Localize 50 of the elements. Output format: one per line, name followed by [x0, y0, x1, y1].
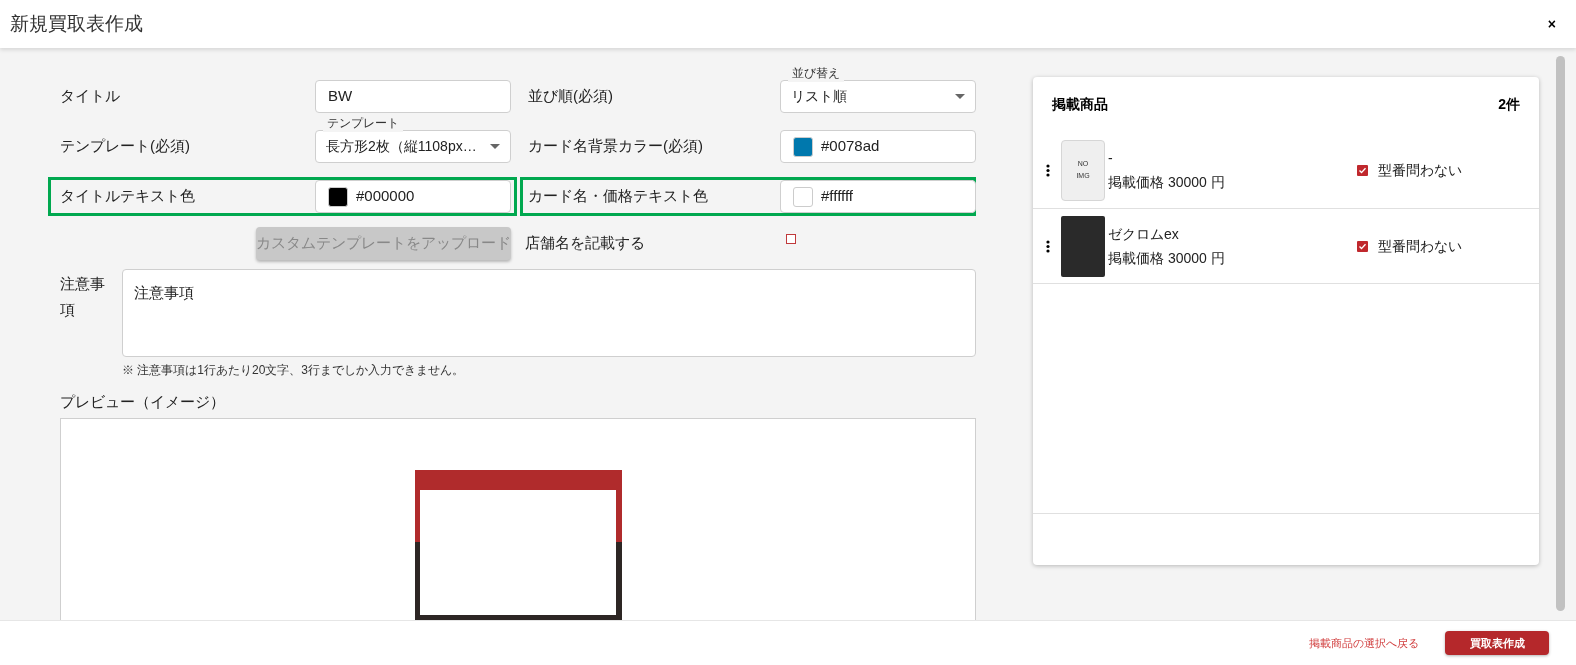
floating-label: テンプレート: [323, 115, 403, 132]
card-photo-placeholder: [1061, 215, 1105, 277]
color-field[interactable]: #ffffff: [780, 180, 976, 213]
color-field[interactable]: #0078ad: [780, 130, 976, 163]
color-value: #ffffff: [821, 186, 853, 207]
color-swatch[interactable]: [328, 186, 348, 207]
checkbox-label: 店舗名を記載する: [525, 233, 646, 254]
notes-hint: ※ 注意事項は1行あたり20文字、3行までしか入力できません。: [122, 362, 465, 379]
scrollbar[interactable]: [1556, 56, 1565, 611]
checkbox-label: 型番問わない: [1378, 160, 1462, 180]
notes-label: 注意事項: [60, 274, 106, 320]
dropdown-caret-icon: [955, 94, 965, 99]
select-field[interactable]: 長方形2枚（縦1108px…: [315, 130, 511, 163]
more-options-icon[interactable]: [1046, 239, 1050, 253]
select-value: リスト順: [791, 87, 847, 106]
text-field[interactable]: BW: [315, 80, 511, 113]
store-name-checkbox[interactable]: [786, 233, 796, 244]
select-value: 長方形2枚（縦1108px…: [326, 137, 477, 156]
color-value: #0078ad: [821, 136, 880, 157]
any-model-checkbox[interactable]: [1357, 240, 1368, 252]
back-link[interactable]: 掲載商品の選択へ戻る: [1309, 634, 1419, 652]
field-label: カード名背景カラー(必須): [527, 136, 704, 157]
color-swatch[interactable]: [793, 186, 813, 207]
product-price: 掲載価格 30000 円: [1108, 249, 1226, 268]
more-options-icon[interactable]: [1046, 163, 1050, 177]
notes-field[interactable]: 注意事項: [122, 269, 976, 357]
floating-label: 並び替え: [788, 65, 844, 82]
create-button[interactable]: 買取表作成: [1445, 631, 1549, 655]
color-value: #000000: [356, 186, 415, 207]
field-label: 並び順(必須): [527, 86, 614, 107]
product-price: 掲載価格 30000 円: [1108, 173, 1226, 192]
window-title: 新規買取表作成: [10, 11, 143, 36]
product-name: ゼクロムex: [1108, 225, 1180, 244]
any-model-checkbox[interactable]: [1357, 164, 1368, 176]
field-label: カード名・価格テキスト色: [527, 186, 709, 207]
field-label: タイトル: [60, 86, 121, 107]
select-field[interactable]: リスト順: [780, 80, 976, 113]
field-value: BW: [328, 86, 353, 107]
color-field[interactable]: #000000: [315, 180, 511, 213]
product-row[interactable]: ゼクロムex 掲載価格 30000 円 型番問わない: [1033, 208, 1539, 284]
product-name: -: [1108, 149, 1114, 168]
dropdown-caret-icon: [490, 144, 500, 149]
checkbox-label: 型番問わない: [1378, 236, 1462, 256]
field-label: タイトルテキスト色: [60, 186, 196, 207]
item-count: 2件: [1498, 95, 1520, 114]
preview-label: プレビュー（イメージ）: [60, 392, 225, 412]
close-button[interactable]: ×: [1547, 13, 1566, 35]
panel-title: 掲載商品: [1052, 95, 1108, 114]
color-swatch[interactable]: [793, 136, 813, 157]
field-label: テンプレート(必須): [60, 136, 191, 157]
